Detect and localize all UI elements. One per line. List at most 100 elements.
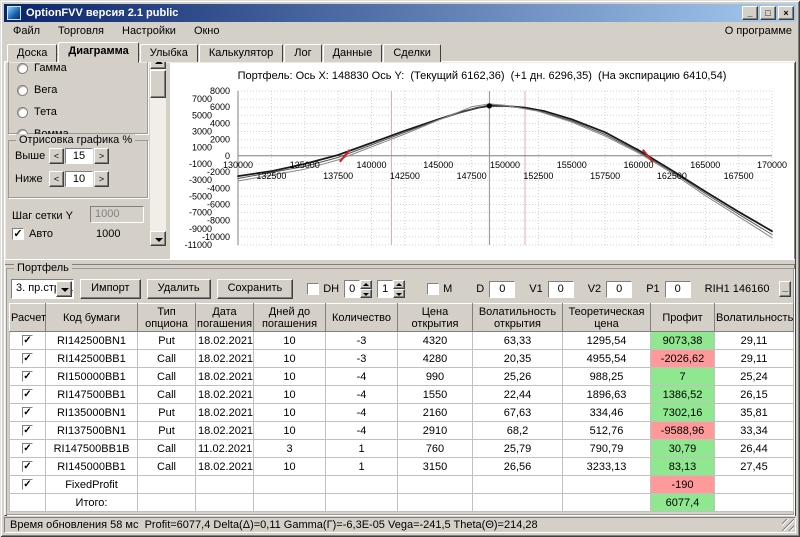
col-header-3[interactable]: Дата погашения [196,304,254,332]
cell: 63,33 [473,332,563,350]
instrument-label: RIH1 146160 [705,283,770,295]
horizontal-splitter[interactable] [5,259,795,265]
row-checkbox[interactable]: ✓ [22,407,33,418]
portfolio-select[interactable]: 3. пр.стредл [11,279,74,299]
spinner-down-icon[interactable] [360,289,372,298]
portfolio-button-1[interactable]: Удалить [147,279,211,299]
draw-row-1: Ниже<10> [15,171,147,187]
row-check-cell: ✓ [10,386,46,404]
cell: 10 [254,332,326,350]
cell: 25,26 [473,368,563,386]
cell: 1295,54 [563,332,651,350]
row-checkbox[interactable]: ✓ [22,371,33,382]
scroll-down-button[interactable] [150,231,166,246]
cell: 1 [326,458,398,476]
tab-1[interactable]: Диаграмма [58,42,138,63]
grid-step-input[interactable]: 1000 [90,206,144,223]
col-header-1[interactable]: Код бумаги [46,304,138,332]
greek-option-1[interactable]: Вега [17,81,147,99]
col-header-9[interactable]: Профит [651,304,715,332]
cell: 990 [398,368,473,386]
cell: 1 [326,440,398,458]
scrollbar-thumb[interactable] [150,70,166,98]
maximize-button[interactable]: □ [760,6,776,20]
param-label: V1 [529,283,542,295]
cell: 22,44 [473,386,563,404]
cell: 11.02.2021 [196,440,254,458]
close-button[interactable]: × [778,6,794,20]
greek-list: ГаммаВегаТетаВомма [9,59,147,143]
spinner-value[interactable]: 0 [344,280,360,298]
decrease-button[interactable]: < [49,148,64,164]
dh-checkbox[interactable] [307,283,319,295]
col-header-2[interactable]: Тип опциона [138,304,196,332]
cell: -4 [326,368,398,386]
status-text: Время обновления 58 мс Profit=6077,4 Del… [10,519,538,531]
resize-grip[interactable] [782,519,794,531]
parameter-fields: D0V10V20P10 [462,281,690,298]
x-tick-label: 142500 [390,171,420,181]
col-header-0[interactable]: Расчет [10,304,46,332]
auto-checkbox[interactable]: ✓ [12,228,24,240]
collapse-panel-button[interactable]: _ [779,281,791,297]
col-header-4[interactable]: Дней до погашения [254,304,326,332]
draw-row-value[interactable]: 10 [65,171,93,187]
menu-item-1[interactable]: Торговля [49,23,113,39]
menu-item-0[interactable]: Файл [4,23,49,39]
spinner-up-icon[interactable] [360,280,372,289]
param-input[interactable]: 0 [606,281,632,298]
col-header-7[interactable]: Волатильность открытия [473,304,563,332]
cell: -4 [326,404,398,422]
minimize-button[interactable]: _ [742,6,758,20]
draw-row-value[interactable]: 15 [65,148,93,164]
tab-3[interactable]: Калькулятор [199,44,283,62]
row-checkbox[interactable]: ✓ [22,425,33,436]
tab-2[interactable]: Улыбка [140,44,198,62]
col-header-8[interactable]: Теоретическая цена [563,304,651,332]
param-input[interactable]: 0 [489,281,515,298]
cell: RI145000BB1 [46,458,138,476]
increase-button[interactable]: > [94,171,109,187]
cell: 67,63 [473,404,563,422]
portfolio-button-0[interactable]: Импорт [80,279,140,299]
menu-item-2[interactable]: Настройки [113,23,185,39]
row-checkbox[interactable]: ✓ [22,479,33,490]
col-header-5[interactable]: Количество [326,304,398,332]
cell [254,494,326,512]
cell: 18.02.2021 [196,368,254,386]
menu-item-3[interactable]: Окно [185,23,229,39]
param-input[interactable]: 0 [665,281,691,298]
row-checkbox[interactable]: ✓ [22,353,33,364]
spinner-value[interactable]: 1 [377,280,393,298]
tab-0[interactable]: Доска [7,44,57,62]
x-tick-label: 135000 [290,160,320,170]
cell: 68,2 [473,422,563,440]
cell: Put [138,422,196,440]
row-checkbox[interactable]: ✓ [22,389,33,400]
title-bar: OptionFVV версия 2.1 public _ □ × [4,4,796,22]
menu-item-about[interactable]: О программе [716,23,796,39]
tab-5[interactable]: Данные [323,44,383,62]
m-checkbox[interactable] [427,283,439,295]
col-header-6[interactable]: Цена открытия [398,304,473,332]
increase-button[interactable]: > [94,148,109,164]
cell: 10 [254,422,326,440]
row-checkbox[interactable]: ✓ [22,443,33,454]
spinner-down-icon[interactable] [393,289,405,298]
param-input[interactable]: 0 [548,281,574,298]
left-panel-scrollbar[interactable] [150,54,166,246]
row-checkbox[interactable]: ✓ [22,461,33,472]
col-header-10[interactable]: Волатильность [715,304,794,332]
cell: 18.02.2021 [196,350,254,368]
row-checkbox[interactable]: ✓ [22,335,33,346]
greek-option-label: Тета [34,106,57,118]
greek-option-2[interactable]: Тета [17,103,147,121]
portfolio-button-2[interactable]: Сохранить [217,279,294,299]
table-row: ✓RI145000BB1Call18.02.2021101315026,5632… [10,458,794,476]
cell: 25,79 [473,440,563,458]
tab-4[interactable]: Лог [284,44,321,62]
tab-6[interactable]: Сделки [383,44,441,62]
spinner-up-icon[interactable] [393,280,405,289]
chevron-down-icon[interactable] [56,281,72,297]
decrease-button[interactable]: < [49,171,64,187]
